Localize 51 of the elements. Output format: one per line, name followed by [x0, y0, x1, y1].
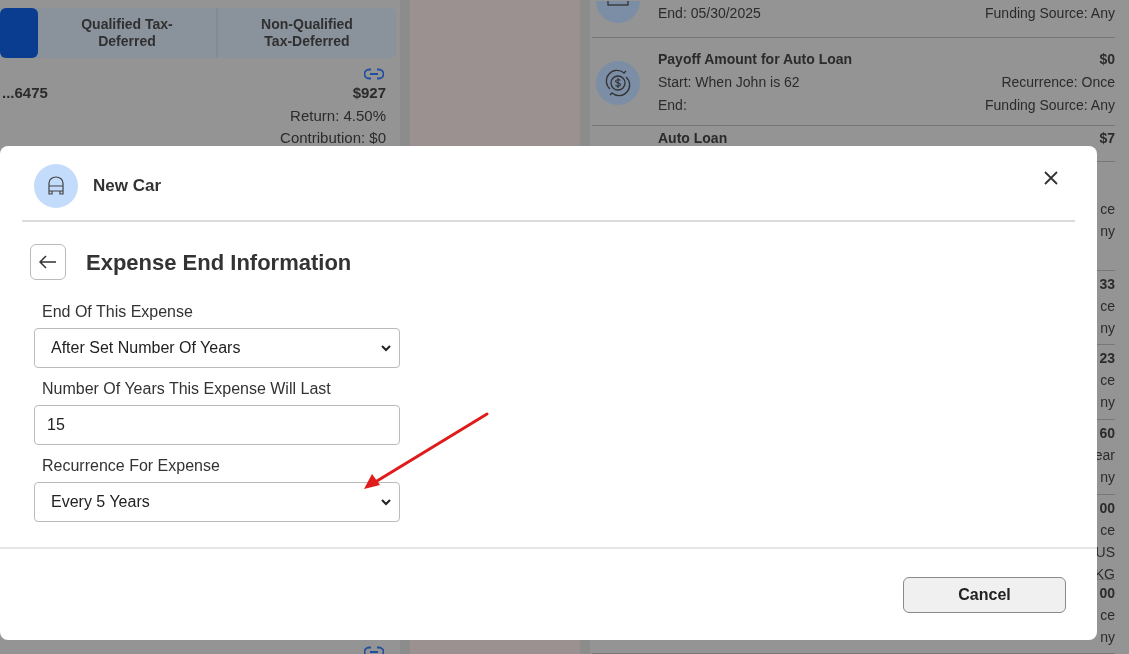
expense-detail: ny	[1100, 222, 1115, 242]
expense-detail: ce	[1100, 520, 1115, 540]
field-label: Number Of Years This Expense Will Last	[42, 379, 332, 399]
expense-detail: 33	[1099, 274, 1115, 294]
expense-amount: $0	[1099, 50, 1115, 70]
back-button[interactable]	[30, 244, 66, 280]
calendar-icon	[596, 1, 640, 26]
expense-detail: ce	[1100, 605, 1115, 625]
expense-detail: Funding Source: Any	[985, 96, 1115, 116]
dropdown[interactable]: After Set Number Of Years	[34, 328, 400, 368]
expense-detail: 23	[1099, 349, 1115, 369]
account-amount: $927	[352, 83, 386, 103]
expense-detail: End:	[658, 96, 688, 116]
expense-detail: ce	[1100, 296, 1115, 316]
field-label: End Of This Expense	[42, 302, 194, 322]
expense-title: Payoff Amount for Auto Loan	[658, 50, 854, 70]
expense-detail: ny	[1100, 468, 1115, 487]
car-icon	[34, 164, 78, 208]
expense-detail: Start: When John is 62	[658, 73, 801, 93]
section-heading: Expense End Information	[86, 248, 352, 277]
input-field[interactable]: 15	[34, 405, 400, 445]
expense-detail: 60	[1099, 424, 1115, 443]
expense-detail: ny	[1100, 393, 1115, 413]
money-exchange-icon	[596, 60, 640, 105]
field-label: Recurrence For Expense	[42, 456, 221, 476]
account-tab[interactable]: Qualified Tax-Deferred	[38, 8, 216, 58]
close-icon[interactable]	[1044, 171, 1058, 185]
expense-detail: Funding Source: Any	[985, 4, 1115, 24]
expense-detail: US	[1095, 542, 1115, 562]
expense-detail: End: 05/30/2025	[658, 4, 762, 24]
chevron-down-icon	[381, 498, 391, 506]
dropdown[interactable]: Every 5 Years	[34, 482, 400, 522]
return-rate: Return: 4.50%	[290, 105, 386, 126]
account-tab[interactable]: Non-Qualified Tax-Deferred	[216, 8, 396, 58]
chevron-down-icon	[381, 344, 391, 352]
contribution-amount: Contribution: $0	[280, 127, 386, 148]
expense-detail: ny	[1100, 627, 1115, 647]
expense-detail: ce	[1100, 200, 1115, 220]
expense-detail: ny	[1100, 318, 1115, 338]
cancel-button[interactable]: Cancel	[903, 576, 1066, 613]
account-number: ...6475	[1, 83, 48, 103]
expense-amount: $7	[1099, 130, 1115, 147]
expense-detail: Recurrence: Once	[1001, 73, 1115, 93]
account-tab[interactable]	[0, 8, 38, 58]
expense-detail: 00	[1099, 498, 1115, 518]
back-arrow-icon	[39, 255, 57, 269]
link-icon[interactable]	[364, 68, 384, 80]
expense-title: Auto Loan	[658, 130, 729, 147]
dialog-title: New Car	[93, 175, 162, 198]
expense-detail: 00	[1099, 583, 1115, 603]
expense-detail: ce	[1100, 371, 1115, 391]
